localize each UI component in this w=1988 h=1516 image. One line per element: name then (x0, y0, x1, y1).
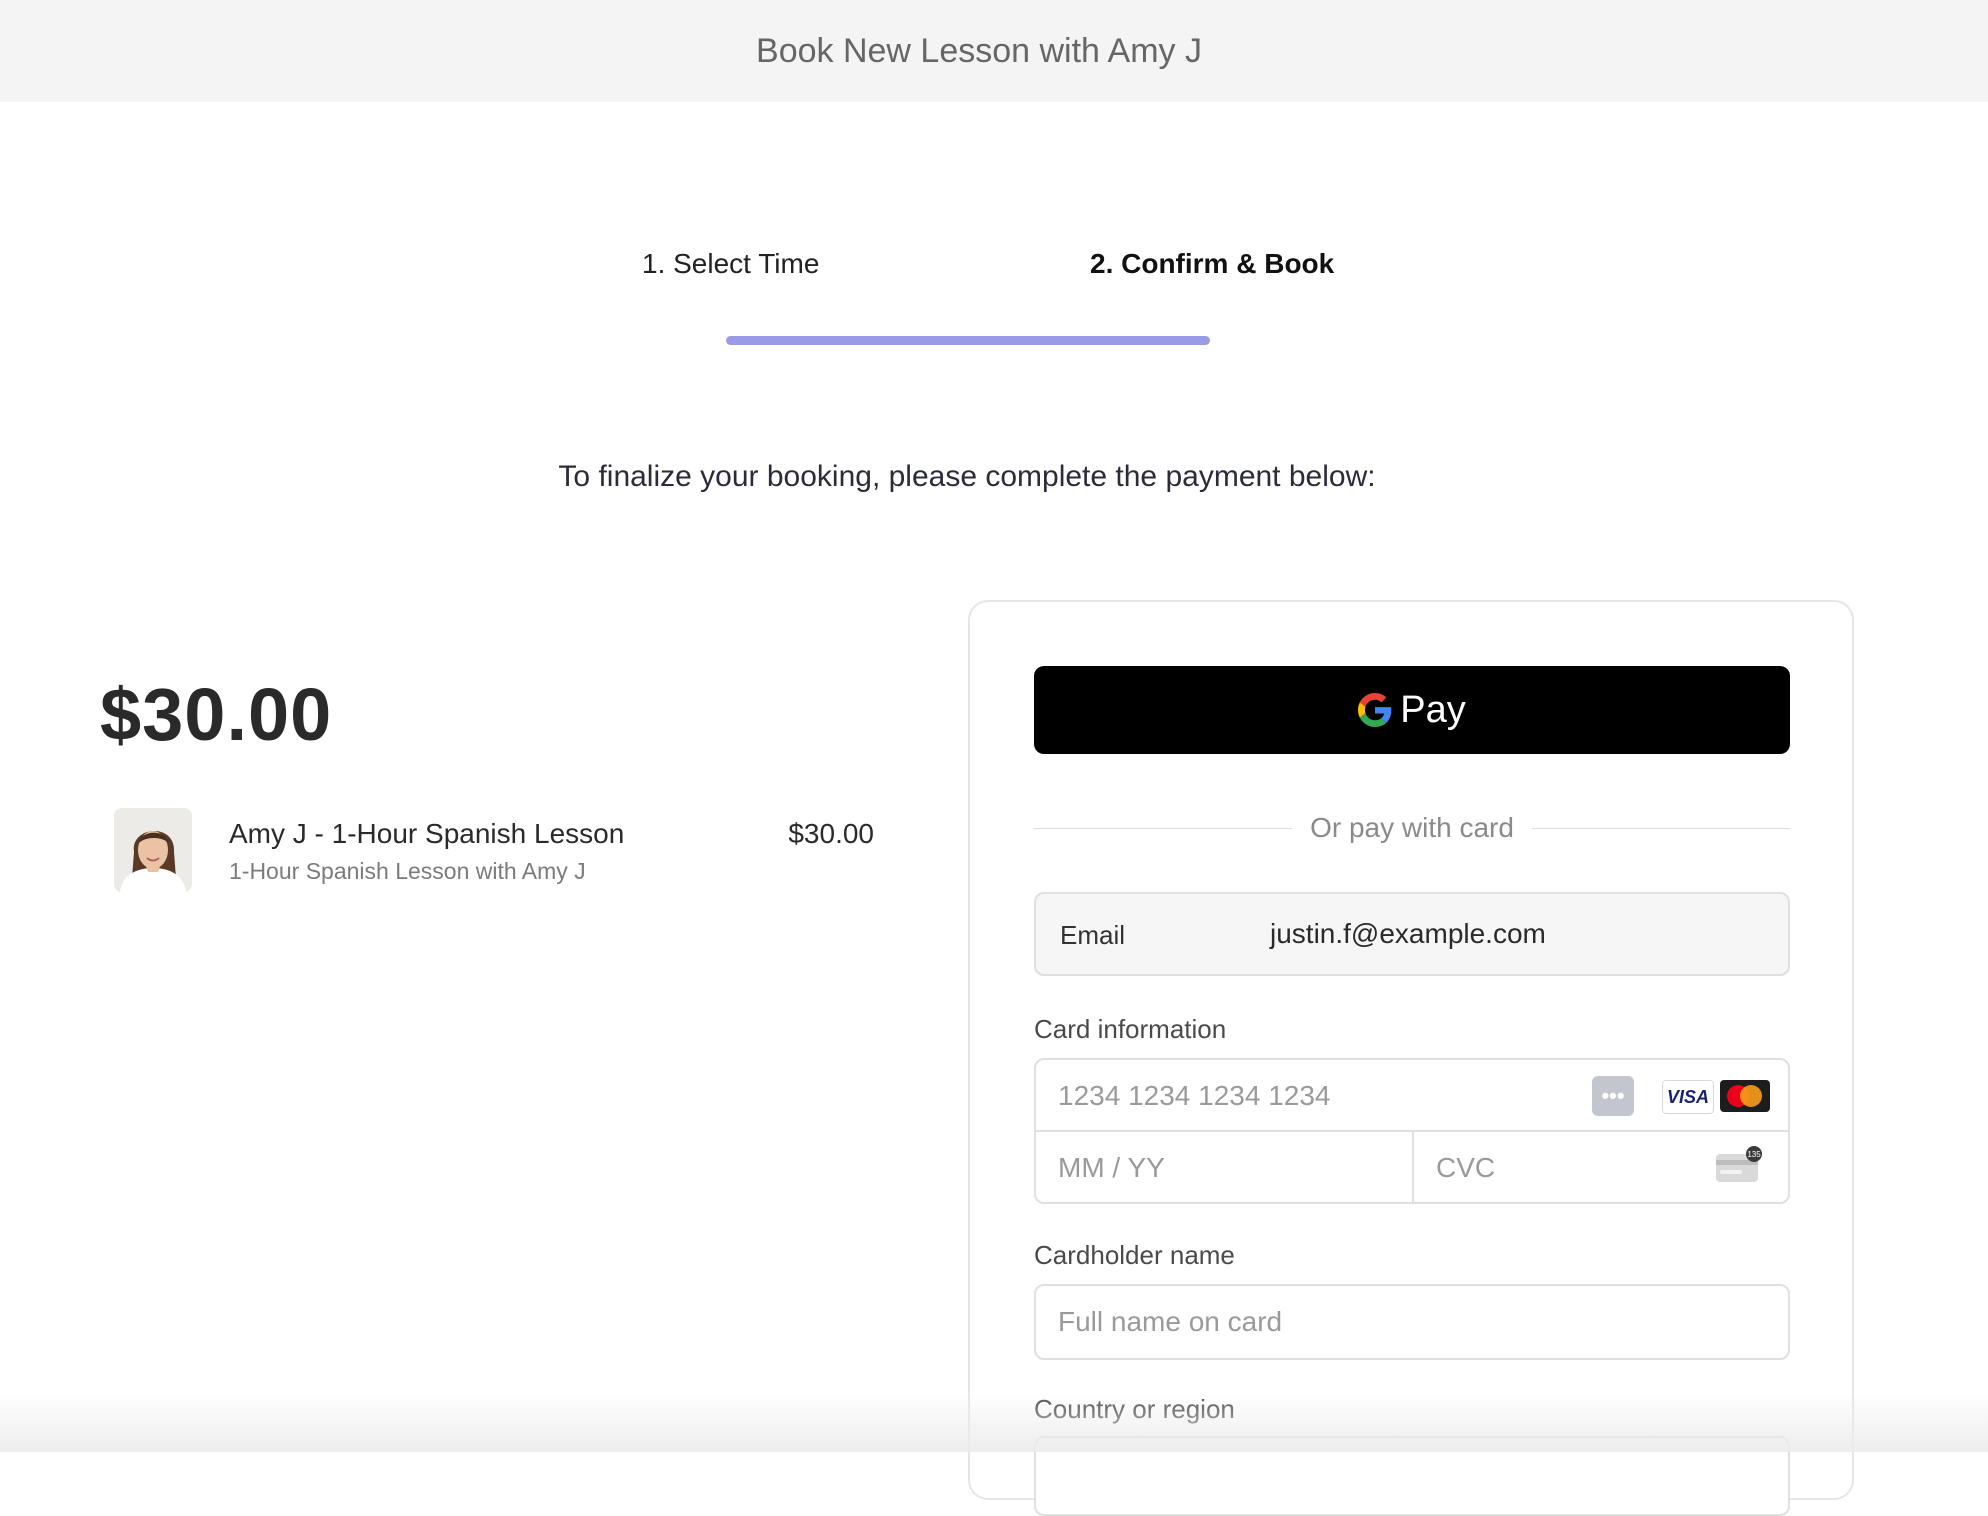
card-number-placeholder: 1234 1234 1234 1234 (1058, 1080, 1331, 1111)
expiry-input[interactable]: MM / YY (1036, 1132, 1414, 1202)
expiry-placeholder: MM / YY (1058, 1152, 1165, 1183)
cvc-placeholder: CVC (1436, 1152, 1496, 1183)
country-region-label: Country or region (1034, 1394, 1235, 1424)
card-number-input[interactable]: 1234 1234 1234 1234 ••• VISA (1036, 1060, 1788, 1132)
divider-line-right (1531, 827, 1791, 829)
cardholder-name-input[interactable]: Full name on card (1034, 1284, 1790, 1360)
booking-steps: 1. Select Time 2. Confirm & Book (0, 240, 1988, 360)
order-total: $30.00 (100, 673, 333, 756)
cvc-badge-text: 135 (1747, 1150, 1761, 1159)
divider-text: Or pay with card (1310, 812, 1514, 843)
email-label: Email (1060, 920, 1126, 950)
email-field[interactable]: Email justin.f@example.com (1034, 892, 1790, 976)
or-divider: Or pay with card (1034, 808, 1791, 848)
visa-icon: VISA (1662, 1080, 1714, 1114)
cvc-input[interactable]: CVC 135 (1414, 1132, 1788, 1202)
page-title: Book New Lesson with Amy J (756, 31, 1202, 70)
step-confirm-book[interactable]: 2. Confirm & Book (1090, 248, 1334, 280)
generic-card-icon: ••• (1592, 1076, 1634, 1116)
google-pay-label: Pay (1400, 688, 1466, 731)
country-region-select[interactable] (1034, 1436, 1790, 1516)
google-g-icon (1358, 693, 1392, 727)
tutor-avatar (114, 808, 192, 892)
step-select-time[interactable]: 1. Select Time (642, 248, 819, 280)
line-item-price: $30.00 (788, 818, 874, 849)
line-item-description: 1-Hour Spanish Lesson with Amy J (229, 858, 586, 884)
top-header: Book New Lesson with Amy J (0, 0, 1988, 102)
cardholder-name-placeholder: Full name on card (1058, 1306, 1283, 1337)
divider-line-left (1034, 827, 1293, 829)
email-value[interactable]: justin.f@example.com (1270, 918, 1546, 950)
card-information-label: Card information (1034, 1014, 1227, 1044)
card-information-group: 1234 1234 1234 1234 ••• VISA MM / YY CVC… (1034, 1058, 1790, 1204)
line-item: Amy J - 1-Hour Spanish Lesson 1-Hour Spa… (114, 806, 874, 896)
payment-panel: Pay Or pay with card Email justin.f@exam… (968, 600, 1854, 1516)
cardholder-name-label: Cardholder name (1034, 1240, 1235, 1270)
line-item-name: Amy J - 1-Hour Spanish Lesson (229, 818, 625, 849)
google-pay-button[interactable]: Pay (1034, 666, 1790, 754)
mastercard-icon (1720, 1080, 1770, 1112)
step-progress-bar (726, 336, 1210, 345)
payment-instructions: To finalize your booking, please complet… (558, 460, 1376, 493)
cvc-card-icon: 135 (1716, 1146, 1762, 1182)
